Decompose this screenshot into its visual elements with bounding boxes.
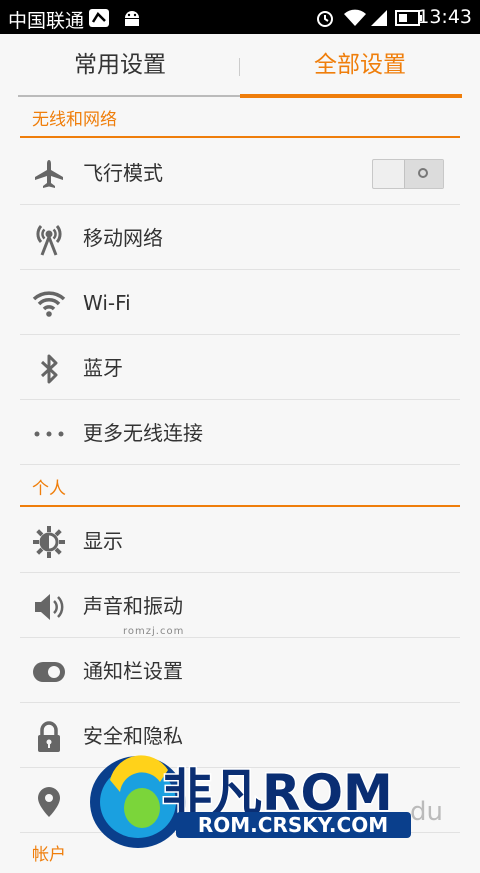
- brightness-icon: [33, 526, 65, 558]
- toggle-knob: [404, 160, 443, 188]
- airplane-icon: [35, 160, 63, 188]
- settings-tabs: 常用设置 全部设置: [0, 34, 480, 98]
- location-icon: [38, 787, 60, 817]
- clock: 13:43: [417, 6, 472, 28]
- missed-call-icon: [89, 9, 109, 27]
- section-header-personal: 个人: [20, 471, 460, 507]
- antenna-icon: [36, 225, 62, 256]
- status-bar: 中国联通 13:43: [0, 0, 480, 34]
- settings-item-wifi[interactable]: Wi-Fi: [20, 271, 460, 335]
- settings-item-airplane-mode[interactable]: 飞行模式: [20, 141, 460, 205]
- toggle-icon: [33, 662, 65, 682]
- watermark-url: ROM.CRSKY.COM: [198, 813, 388, 837]
- speaker-icon: [35, 594, 64, 620]
- alarm-icon: [317, 11, 333, 27]
- settings-item-sound[interactable]: 声音和振动: [20, 574, 460, 638]
- wifi-icon: [32, 291, 66, 317]
- settings-item-label: 蓝牙: [83, 356, 123, 380]
- section-header-wireless: 无线和网络: [20, 102, 460, 138]
- tab-separator: [239, 58, 240, 76]
- settings-item-more-wireless[interactable]: 更多无线连接: [20, 401, 460, 465]
- lock-icon: [38, 721, 60, 752]
- airplane-mode-toggle[interactable]: [372, 159, 444, 189]
- settings-item-notification-bar[interactable]: 通知栏设置: [20, 639, 460, 703]
- bluetooth-icon: [40, 354, 58, 384]
- crsky-rom-watermark-logo: 非凡ROM ROM.CRSKY.COM du: [90, 755, 443, 848]
- tab-common-settings[interactable]: 常用设置: [0, 34, 240, 98]
- settings-item-bluetooth[interactable]: 蓝牙: [20, 336, 460, 400]
- settings-item-mobile-network[interactable]: 移动网络: [20, 206, 460, 270]
- settings-item-label: Wi-Fi: [83, 291, 131, 315]
- settings-item-label: 飞行模式: [83, 161, 163, 185]
- tab-underline-inactive: [18, 95, 240, 97]
- carrier-label: 中国联通: [8, 10, 85, 32]
- wifi-signal-icon: [344, 9, 366, 26]
- settings-item-label: 通知栏设置: [83, 659, 183, 683]
- settings-item-label: 移动网络: [83, 226, 163, 250]
- watermark-romzj: romzj.com: [123, 626, 185, 637]
- android-debug-icon: [125, 11, 139, 26]
- settings-item-label: 显示: [83, 529, 123, 553]
- tab-all-settings[interactable]: 全部设置: [240, 34, 480, 98]
- settings-item-display[interactable]: 显示: [20, 509, 460, 573]
- tab-underline-active: [240, 94, 462, 98]
- more-icon: [34, 431, 64, 437]
- watermark-suffix: du: [410, 797, 443, 827]
- settings-item-label: 更多无线连接: [83, 421, 203, 445]
- cell-signal-icon: [371, 10, 387, 26]
